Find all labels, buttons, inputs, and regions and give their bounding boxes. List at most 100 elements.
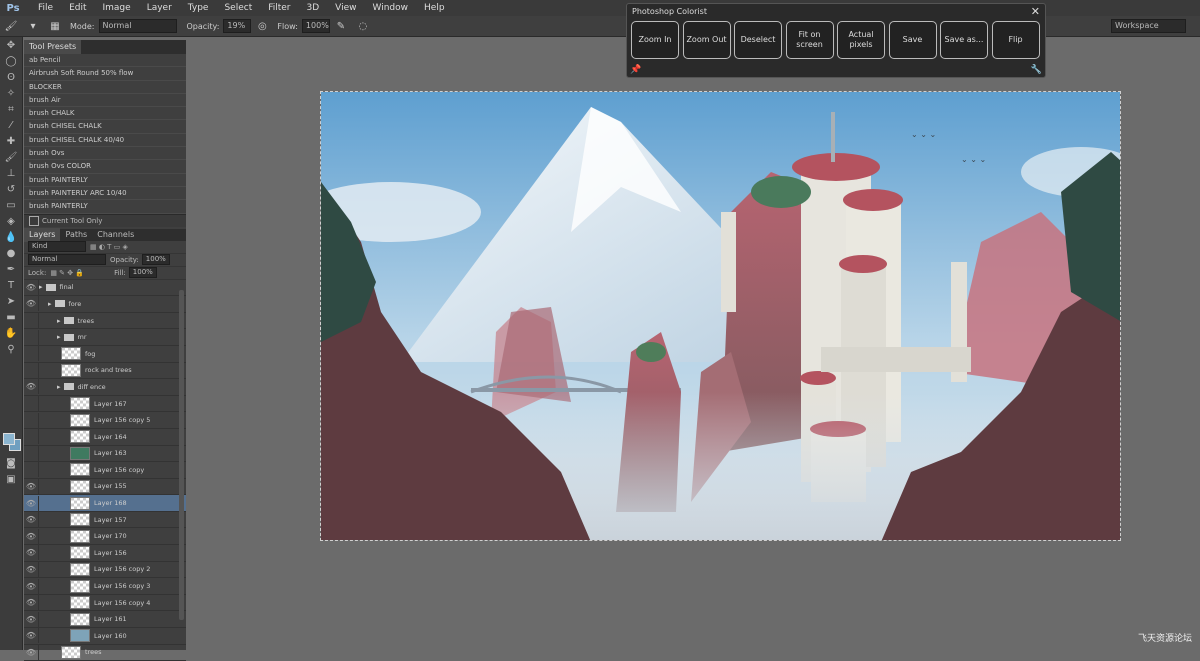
marquee-tool-icon[interactable]: ◯ [0, 53, 22, 69]
visibility-eye-icon[interactable] [24, 429, 39, 445]
visibility-eye-icon[interactable]: 👁 [24, 495, 39, 511]
dodge-tool-icon[interactable]: ● [0, 245, 22, 261]
layer-row[interactable]: 👁 Layer 157 [24, 512, 186, 529]
layer-row[interactable]: 👁 Layer 156 copy 2 [24, 561, 186, 579]
clone-stamp-tool-icon[interactable]: ⊥ [0, 165, 22, 181]
pressure-size-icon[interactable]: ◌ [355, 18, 371, 34]
layer-row[interactable]: 👁 Layer 160 [24, 628, 186, 645]
visibility-eye-icon[interactable] [24, 313, 39, 329]
visibility-eye-icon[interactable]: 👁 [24, 512, 39, 528]
menu-view[interactable]: View [327, 0, 364, 16]
flow-input[interactable]: 100% [301, 19, 330, 33]
shape-tool-icon[interactable]: ▬ [0, 309, 22, 325]
layer-row[interactable]: 👁 Layer 161 [24, 611, 186, 629]
layer-row[interactable]: Layer 163 [24, 445, 186, 463]
expand-arrow-icon[interactable]: ▸ [48, 300, 52, 308]
layers-scrollbar[interactable] [179, 290, 184, 620]
expand-arrow-icon[interactable]: ▸ [57, 317, 61, 325]
visibility-eye-icon[interactable] [24, 445, 39, 461]
lasso-tool-icon[interactable]: ʘ [0, 69, 22, 85]
tool-preset-item[interactable]: brush Ovs COLOR [24, 160, 186, 174]
paint-bucket-tool-icon[interactable]: ◈ [0, 213, 22, 229]
workspace-select[interactable]: Workspace [1111, 19, 1186, 33]
tool-preset-item[interactable]: brush PAINTERLY [24, 174, 186, 187]
tab-tool-presets[interactable]: Tool Presets [24, 40, 82, 54]
menu-edit[interactable]: Edit [61, 0, 94, 16]
colorist-zoom-in-button[interactable]: Zoom In [631, 21, 679, 59]
tool-preset-item[interactable]: ab Pencil [24, 54, 186, 68]
layer-row[interactable]: 👁 Layer 156 [24, 545, 186, 562]
layer-row[interactable]: ▸ trees [24, 313, 186, 330]
layer-row[interactable]: fog [24, 346, 186, 363]
layer-row[interactable]: rock and trees [24, 362, 186, 380]
layer-row[interactable]: 👁 ▸ final [24, 279, 186, 297]
eraser-tool-icon[interactable]: ▭ [0, 197, 22, 213]
tab-channels[interactable]: Channels [92, 228, 139, 242]
layer-row[interactable]: 👁 Layer 170 [24, 528, 186, 546]
visibility-eye-icon[interactable]: 👁 [24, 296, 39, 312]
visibility-eye-icon[interactable] [24, 346, 39, 362]
colorist-actual-pixels-button[interactable]: Actual pixels [837, 21, 885, 59]
layer-row[interactable]: Layer 167 [24, 396, 186, 413]
type-tool-icon[interactable]: T [0, 277, 22, 293]
eyedropper-tool-icon[interactable]: ⁄ [0, 117, 22, 133]
layer-row[interactable]: 👁 Layer 156 copy 3 [24, 578, 186, 595]
brush-tool-icon[interactable]: 🖌 [3, 18, 19, 34]
layer-row[interactable]: 👁 Layer 156 copy 4 [24, 595, 186, 612]
crop-tool-icon[interactable]: ⌗ [0, 101, 22, 117]
tool-preset-item[interactable]: Airbrush Soft Round 50% flow [24, 67, 186, 81]
layer-filter-select[interactable]: Kind [28, 241, 86, 253]
layer-row[interactable]: Layer 156 copy 5 [24, 412, 186, 429]
visibility-eye-icon[interactable] [24, 462, 39, 478]
path-select-tool-icon[interactable]: ➤ [0, 293, 22, 309]
quick-mask-icon[interactable]: ◙ [0, 455, 22, 471]
airbrush-icon[interactable]: ✎ [333, 18, 349, 34]
colorist-zoom-out-button[interactable]: Zoom Out [682, 21, 731, 59]
blend-mode-select[interactable]: Normal [28, 254, 106, 266]
colorist-save-button[interactable]: Save [888, 21, 937, 59]
visibility-eye-icon[interactable]: 👁 [24, 379, 39, 395]
visibility-eye-icon[interactable]: 👁 [24, 528, 39, 544]
visibility-eye-icon[interactable] [24, 329, 39, 345]
quick-select-tool-icon[interactable]: ✧ [0, 85, 22, 101]
zoom-tool-icon[interactable]: ⚲ [0, 341, 22, 357]
colorist-fit-on-screen-button[interactable]: Fit on screen [785, 21, 834, 59]
tab-layers[interactable]: Layers [24, 227, 61, 242]
expand-arrow-icon[interactable]: ▸ [57, 333, 61, 341]
opacity-input[interactable]: 19% [223, 19, 252, 33]
colorist-deselect-button[interactable]: Deselect [734, 21, 782, 59]
menu-help[interactable]: Help [416, 0, 453, 16]
visibility-eye-icon[interactable]: 👁 [24, 611, 39, 627]
menu-select[interactable]: Select [216, 0, 260, 16]
filter-icons[interactable]: ▦ ◐ T ▭ ◈ [90, 243, 128, 251]
visibility-eye-icon[interactable] [24, 396, 39, 412]
menu-3d[interactable]: 3D [299, 0, 328, 16]
wrench-icon[interactable]: 🔧 [1031, 65, 1042, 75]
current-tool-checkbox[interactable] [29, 215, 39, 226]
layer-opacity-input[interactable]: 100% [141, 254, 170, 266]
visibility-eye-icon[interactable]: 👁 [24, 478, 39, 494]
tool-preset-item[interactable]: brush CHISEL CHALK 40/40 [24, 134, 186, 148]
foreground-color-swatch[interactable] [3, 433, 15, 445]
visibility-eye-icon[interactable]: 👁 [24, 644, 39, 660]
menu-filter[interactable]: Filter [260, 0, 298, 16]
pin-icon[interactable]: 📌 [630, 65, 641, 75]
history-brush-tool-icon[interactable]: ↺ [0, 181, 22, 197]
menu-image[interactable]: Image [95, 0, 139, 16]
layer-row[interactable]: Layer 164 [24, 429, 186, 446]
menu-file[interactable]: File [30, 0, 61, 16]
blur-tool-icon[interactable]: 💧 [0, 229, 22, 245]
brush-panel-toggle-icon[interactable]: ▦ [47, 18, 63, 34]
tool-preset-item[interactable]: brush PAINTERLY ARC 10/40 [24, 187, 186, 201]
healing-tool-icon[interactable]: ✚ [0, 133, 22, 149]
brush-preset-picker[interactable]: ▾ [25, 18, 41, 34]
layer-row[interactable]: 👁 ▸ diff ence [24, 379, 186, 396]
visibility-eye-icon[interactable] [24, 412, 39, 428]
layer-row[interactable]: 👁 trees [24, 644, 186, 661]
expand-arrow-icon[interactable]: ▸ [39, 283, 43, 291]
close-icon[interactable]: ✕ [1031, 5, 1040, 18]
menu-type[interactable]: Type [180, 0, 217, 16]
tool-preset-item[interactable]: BLOCKER [24, 81, 186, 94]
menu-window[interactable]: Window [365, 0, 417, 16]
menu-layer[interactable]: Layer [139, 0, 180, 16]
